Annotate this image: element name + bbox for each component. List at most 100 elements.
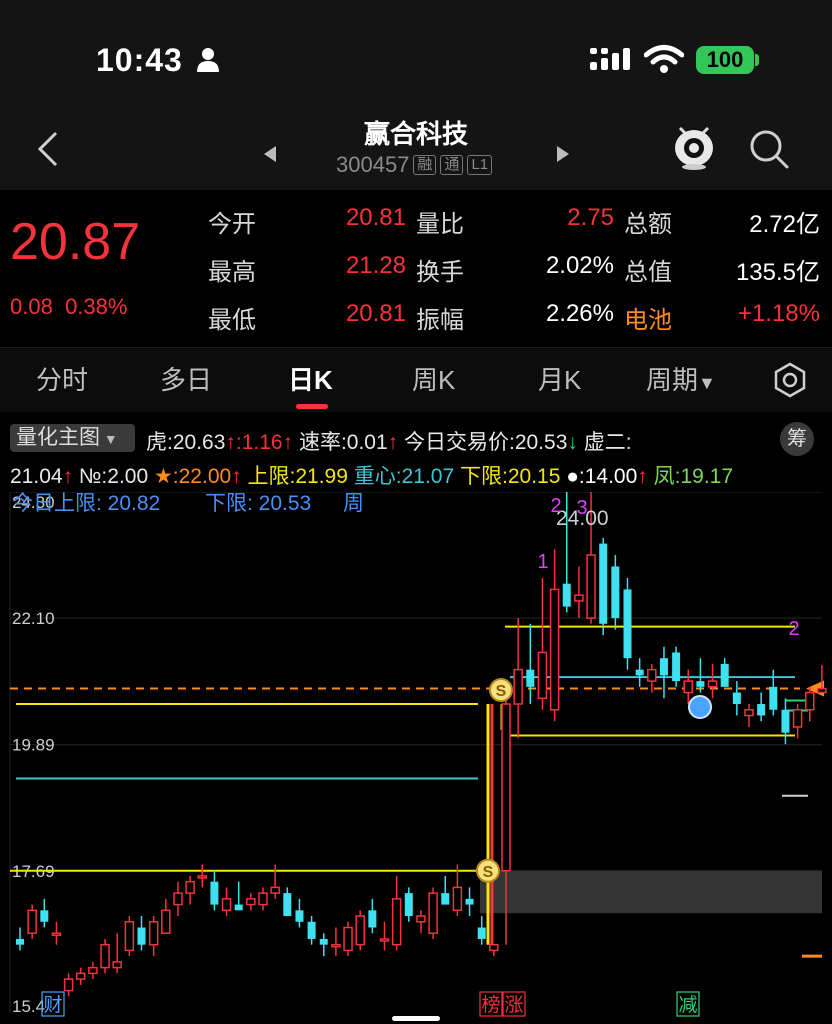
robot-icon[interactable] <box>672 124 716 170</box>
tab-multi-day[interactable]: 多日 <box>160 360 212 397</box>
signal-icon <box>590 48 630 70</box>
candle-body <box>769 686 778 710</box>
indicator-segment: ↑ <box>231 465 242 488</box>
candle-body <box>647 668 657 682</box>
candle-body <box>112 961 122 969</box>
battery-icon: 100 <box>696 46 754 74</box>
candle-body <box>404 893 413 917</box>
quote-label: 换手 <box>416 259 464 286</box>
tab-month-k[interactable]: 月K <box>538 360 581 397</box>
marker-reduce: 减 <box>678 994 697 1016</box>
candle-body <box>391 898 402 946</box>
quote-value: 2.02% <box>545 252 614 279</box>
indicator-segment: 今日交易价:20.53 <box>398 431 568 454</box>
tab-day-k[interactable]: 日K <box>288 360 333 397</box>
today-upper-label: 今日上限: 20.82 <box>12 492 160 515</box>
candle-body <box>368 910 377 928</box>
quote-label: 最高 <box>208 259 256 286</box>
tab-intraday[interactable]: 分时 <box>36 360 88 397</box>
candle-body <box>599 543 608 624</box>
candle-body <box>720 663 729 687</box>
candle-body <box>100 943 110 969</box>
candle-body <box>124 921 135 952</box>
tag-connect: 通 <box>440 155 464 175</box>
indicator-segment: ↑ <box>637 465 648 488</box>
quote-value: 2.72亿 <box>749 211 820 238</box>
candle-body <box>343 926 353 952</box>
kline-chart[interactable]: 24.3022.1019.8917.6915.4SS今日上限: 20.82 下限:… <box>0 492 832 1024</box>
candle-body <box>234 904 243 911</box>
wave-marker: 3 <box>576 497 587 519</box>
candle-body <box>744 709 754 717</box>
candle-body <box>63 978 74 992</box>
candle-body <box>611 566 620 619</box>
stock-code: 300457 <box>336 152 410 177</box>
quote-label: 振幅 <box>416 307 464 334</box>
main-indicator-select[interactable]: 量化主图 ▼ <box>10 424 135 452</box>
candle-body <box>805 691 815 711</box>
candle-body <box>379 938 390 942</box>
candle-body <box>355 915 365 946</box>
indicator-row-1: 虎:20.63↑:1.16↑ 速率:0.01↑ 今日交易价:20.53↓ 虚二: <box>146 426 632 456</box>
tab-week-k[interactable]: 周K <box>412 360 455 397</box>
candle-body <box>16 938 24 945</box>
search-icon[interactable] <box>748 128 790 170</box>
candle-body <box>574 594 584 602</box>
indicator-segment: 虎:20.63 <box>146 431 226 454</box>
coin-label: S <box>483 864 494 881</box>
hexagon-gear-icon[interactable] <box>772 362 808 398</box>
indicator-segment: 虚二: <box>577 431 632 454</box>
caret-down-icon: ▼ <box>698 373 716 393</box>
person-icon <box>197 48 219 72</box>
candle-body <box>210 881 219 905</box>
candle-body <box>137 927 146 945</box>
indicator-segment: ↓ <box>567 431 578 454</box>
quote-value: 135.5亿 <box>735 259 820 286</box>
indicator-segment: 21.04 <box>10 465 63 488</box>
candle-body <box>757 704 766 716</box>
candle-body <box>148 921 159 946</box>
indicator-segment: 速率:0.01 <box>293 431 388 454</box>
last-price: 20.87 <box>10 213 141 271</box>
indicator-segment: ★ <box>153 465 173 488</box>
candle-body <box>696 681 705 687</box>
caret-down-icon: ▼ <box>100 431 118 447</box>
ball-icon <box>688 695 712 720</box>
candle-body <box>307 921 316 939</box>
wifi-icon <box>644 45 684 73</box>
candle-body <box>221 898 232 912</box>
tab-period[interactable]: 周期▼ <box>646 360 716 397</box>
status-time: 10:43 <box>96 42 183 78</box>
candle-body <box>513 668 523 705</box>
candle-body <box>51 932 62 936</box>
quote-label: 总额 <box>624 211 672 238</box>
indicator-segment: 重心:21.07 <box>353 465 460 488</box>
candle-body <box>441 893 450 905</box>
candle-body <box>683 680 693 694</box>
marker-rise: 涨 <box>504 994 523 1016</box>
candle-body <box>428 892 438 934</box>
next-stock-icon[interactable] <box>555 144 571 164</box>
stock-code-line: 300457 融 通 L1 <box>336 152 493 178</box>
candle-body <box>283 893 292 917</box>
candle-body <box>197 875 207 879</box>
candle-body <box>732 692 741 705</box>
quote-label: 电池 <box>624 307 672 334</box>
quote-label: 量比 <box>416 211 464 238</box>
tag-margin: 融 <box>413 155 437 175</box>
candle-body <box>27 909 37 934</box>
quote-label: 最低 <box>208 307 256 334</box>
prev-stock-icon[interactable] <box>262 144 278 164</box>
chip-button[interactable]: 筹 <box>780 422 814 456</box>
home-indicator <box>392 1016 440 1021</box>
candle-body <box>173 892 183 906</box>
candle-body <box>792 709 803 728</box>
indicator-segment: 凤:19.17 <box>647 465 734 488</box>
candle-body <box>258 892 268 906</box>
price-change: 0.08 0.38% <box>10 294 127 320</box>
candle-body <box>781 709 790 733</box>
candle-body <box>707 680 718 688</box>
candle-body <box>659 658 668 676</box>
indicator-segment: :22.00 <box>172 465 232 488</box>
indicator-segment: 上限:21.99 <box>241 465 354 488</box>
